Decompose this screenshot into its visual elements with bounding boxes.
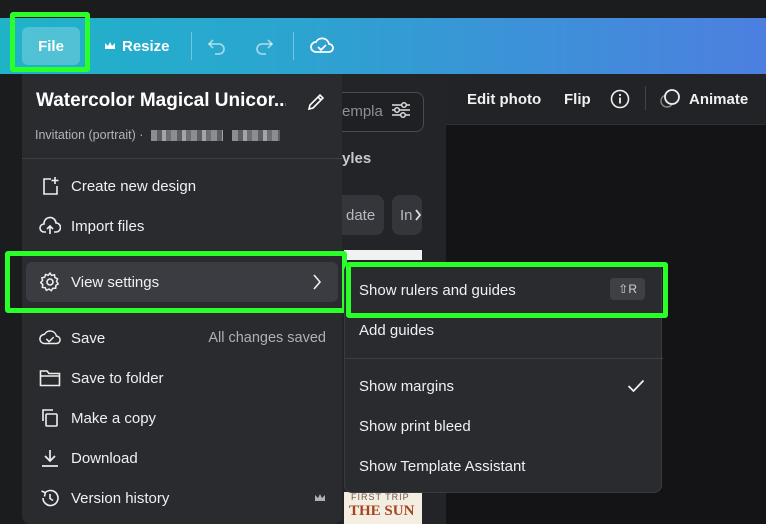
toolbar-divider: [645, 86, 646, 110]
styles-heading: yles: [342, 150, 372, 167]
filter-icon[interactable]: [390, 100, 412, 120]
folder-icon: [39, 367, 61, 389]
editor-contextual-toolbar: Edit photo Flip Animate: [446, 74, 766, 125]
search-placeholder: empla: [342, 103, 383, 120]
menu-item-save-to-folder[interactable]: Save to folder: [22, 359, 342, 397]
menu-item-label: Version history: [71, 489, 170, 507]
crown-icon: [314, 493, 326, 503]
info-icon[interactable]: [610, 74, 630, 124]
upload-cloud-icon: [39, 215, 61, 237]
download-icon: [39, 447, 61, 469]
template-thumbnail[interactable]: [344, 250, 422, 260]
top-toolbar: File Resize: [0, 18, 766, 74]
design-type-text: Invitation (portrait) ·: [35, 128, 144, 142]
menu-item-import-files[interactable]: Import files: [22, 207, 342, 245]
animate-button[interactable]: Animate: [659, 74, 748, 124]
menu-item-label: Import files: [71, 217, 145, 235]
animate-icon: [659, 89, 681, 109]
submenu-item-label: Show print bleed: [359, 417, 471, 435]
resize-label: Resize: [122, 37, 170, 55]
cloud-check-icon: [39, 327, 61, 349]
menu-item-label: Make a copy: [71, 409, 157, 427]
save-status-text: All changes saved: [208, 330, 326, 346]
view-settings-highlight: [5, 251, 347, 313]
cloud-saved-icon[interactable]: [310, 18, 334, 74]
animate-label: Animate: [689, 90, 749, 108]
file-button-highlight: [10, 12, 90, 72]
redo-icon[interactable]: [253, 18, 275, 74]
design-title[interactable]: Watercolor Magical Unicor...: [36, 90, 286, 112]
submenu-item-show-template-assistant[interactable]: Show Template Assistant: [345, 448, 663, 484]
menu-item-version-history[interactable]: Version history: [22, 479, 342, 517]
toolbar-divider: [191, 32, 192, 60]
checkmark-icon: [627, 379, 645, 393]
history-icon: [39, 487, 61, 509]
submenu-item-show-margins[interactable]: Show margins: [345, 368, 663, 404]
thumbnail-title: THE SUN: [349, 503, 415, 519]
flip-button[interactable]: Flip: [564, 74, 591, 124]
rulers-guides-highlight: [346, 262, 668, 318]
crown-icon: [104, 41, 116, 51]
redacted-text: [150, 130, 223, 142]
thumbnail-text: FIRST TRIP: [351, 492, 410, 502]
design-subtitle: Invitation (portrait) ·: [35, 128, 281, 142]
menu-item-save[interactable]: Save All changes saved: [22, 319, 342, 357]
create-design-icon: [39, 175, 61, 197]
menu-item-label: Create new design: [71, 177, 197, 195]
submenu-item-label: Add guides: [359, 321, 435, 339]
menu-divider: [345, 358, 663, 359]
redacted-text: [232, 130, 281, 142]
chip-label: In: [400, 206, 413, 224]
menu-item-label: Save to folder: [71, 369, 164, 387]
pencil-icon[interactable]: [306, 92, 326, 112]
edit-photo-button[interactable]: Edit photo: [467, 74, 541, 124]
undo-icon[interactable]: [206, 18, 228, 74]
toolbar-divider: [293, 32, 294, 60]
submenu-item-label: Show Template Assistant: [359, 457, 526, 475]
menu-item-make-a-copy[interactable]: Make a copy: [22, 399, 342, 437]
copy-icon: [39, 407, 61, 429]
filter-chip-in[interactable]: In: [392, 195, 422, 235]
template-thumbnail[interactable]: FIRST TRIP THE SUN: [344, 492, 422, 524]
menu-item-label: Save: [71, 329, 106, 347]
menu-item-label: Download: [71, 449, 138, 467]
submenu-item-label: Show margins: [359, 377, 455, 395]
chevron-right-icon: [414, 209, 422, 221]
menu-item-download[interactable]: Download: [22, 439, 342, 477]
resize-button[interactable]: Resize: [104, 18, 170, 74]
submenu-item-show-print-bleed[interactable]: Show print bleed: [345, 408, 663, 444]
menu-divider: [22, 158, 342, 159]
menu-item-create-new-design[interactable]: Create new design: [22, 167, 342, 205]
